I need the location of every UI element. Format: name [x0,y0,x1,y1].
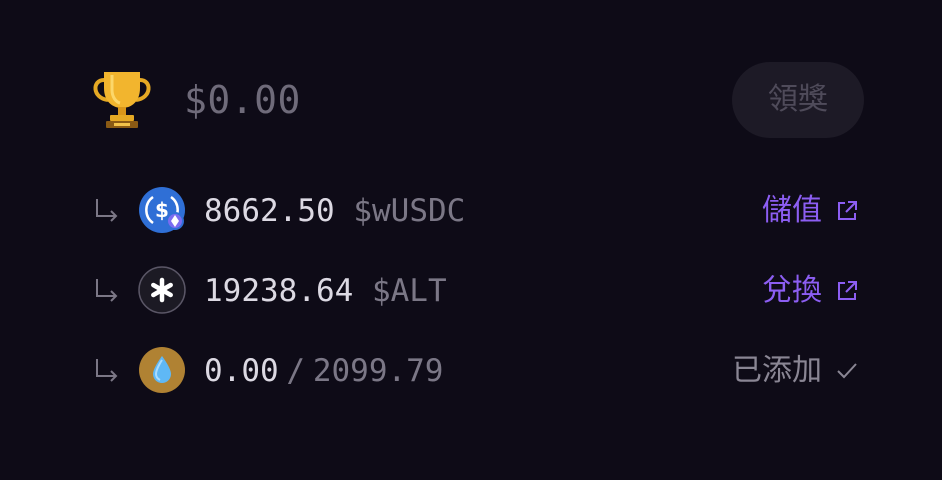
added-status: 已添加 [732,348,860,394]
water-drop-coin-icon [139,347,185,393]
checkmark-icon [837,363,857,379]
token-balance: 8662.50 $wUSDC [204,190,465,232]
external-link-icon [838,201,857,220]
token-row-wusdc: $ 8662.50 $wUSDC 儲值 [90,186,860,236]
sub-item-arrow-icon [96,359,118,382]
token-balance: 0.00/2099.79 [204,350,443,392]
claim-reward-button[interactable]: 領獎 [732,62,864,138]
external-link-icon [838,281,857,300]
added-label: 已添加 [732,353,822,388]
total-reward-value: $0.00 [184,78,301,122]
trophy-icon [93,72,151,128]
amount-separator: / [286,353,306,389]
token-row-alt: 19238.64 $ALT 兌換 [90,266,860,316]
token-amount: 0.00 [204,353,279,389]
token-max-amount: 2099.79 [312,353,444,389]
rewards-panel: $0.00 領獎 $ 8662.50 $wUSDC 儲值 19238.64 $A… [0,0,942,480]
alt-asterisk-coin-icon [138,266,186,314]
swap-label: 兌換 [762,273,822,308]
token-amount: 19238.64 [204,273,354,309]
deposit-label: 儲值 [762,193,822,228]
token-amount: 8662.50 [204,193,335,229]
token-unit: $wUSDC [353,193,466,229]
token-row-drop: 0.00/2099.79 已添加 [90,346,860,396]
usdc-coin-icon: $ [139,187,185,233]
token-unit: $ALT [371,273,447,309]
token-balance: 19238.64 $ALT [204,270,447,312]
rewards-header: $0.00 領獎 [90,62,864,138]
deposit-link[interactable]: 儲值 [762,188,860,234]
swap-link[interactable]: 兌換 [762,268,860,314]
sub-item-arrow-icon [96,279,118,302]
sub-item-arrow-icon [96,199,118,222]
